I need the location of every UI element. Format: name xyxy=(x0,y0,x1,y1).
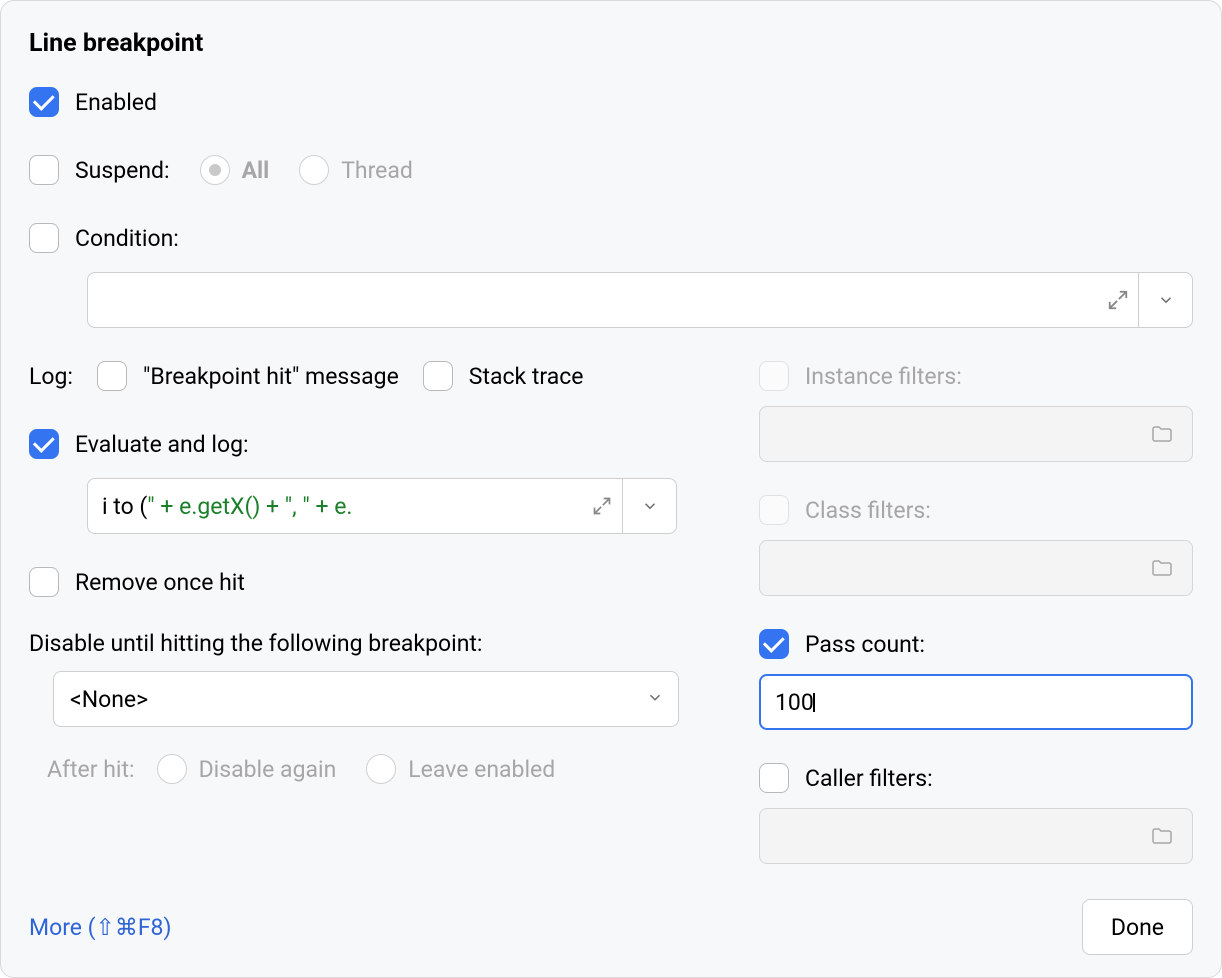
expand-icon[interactable] xyxy=(582,479,622,533)
expr-part: , xyxy=(292,493,302,520)
remove-once-hit-label: Remove once hit xyxy=(75,569,245,596)
log-stacktrace-checkbox[interactable] xyxy=(423,361,453,391)
instance-filters-checkbox xyxy=(759,361,789,391)
caller-filters-checkbox[interactable] xyxy=(759,763,789,793)
pass-count-label: Pass count: xyxy=(805,631,925,658)
instance-filters-input xyxy=(759,406,1193,462)
pass-count-checkbox[interactable] xyxy=(759,629,789,659)
done-label: Done xyxy=(1111,914,1164,941)
chevron-down-icon xyxy=(646,686,664,713)
expr-part: " + e. xyxy=(302,493,352,520)
enabled-checkbox[interactable] xyxy=(29,87,59,117)
caller-filters-label: Caller filters: xyxy=(805,765,933,792)
suspend-all-radio xyxy=(200,155,230,185)
pass-count-value: 100 xyxy=(775,689,814,716)
done-button[interactable]: Done xyxy=(1082,899,1193,955)
expr-part: " + e.getX() + " xyxy=(147,493,292,520)
folder-icon xyxy=(1140,556,1184,580)
log-breakpointhit-label: "Breakpoint hit" message xyxy=(143,363,399,390)
more-link[interactable]: More (⇧⌘F8) xyxy=(29,914,171,941)
expr-part: i to ( xyxy=(102,493,147,520)
suspend-checkbox[interactable] xyxy=(29,155,59,185)
condition-label: Condition: xyxy=(75,225,179,252)
expand-icon[interactable] xyxy=(1098,273,1138,327)
class-filters-label: Class filters: xyxy=(805,497,931,524)
condition-checkbox[interactable] xyxy=(29,223,59,253)
disable-again-radio xyxy=(157,754,187,784)
caller-filters-input xyxy=(759,808,1193,864)
enabled-label: Enabled xyxy=(75,89,157,116)
after-hit-label: After hit: xyxy=(47,756,135,783)
evaluate-history-dropdown[interactable] xyxy=(622,479,676,533)
suspend-thread-radio xyxy=(299,155,329,185)
disable-until-select[interactable]: <None> xyxy=(53,671,679,727)
class-filters-input xyxy=(759,540,1193,596)
disable-again-label: Disable again xyxy=(199,756,337,783)
pass-count-input[interactable]: 100 xyxy=(759,674,1193,730)
instance-filters-label: Instance filters: xyxy=(805,363,962,390)
log-stacktrace-label: Stack trace xyxy=(469,363,584,390)
folder-icon xyxy=(1140,422,1184,446)
breakpoint-dialog: Line breakpoint Enabled Suspend: All Thr… xyxy=(0,0,1222,978)
disable-until-value: <None> xyxy=(70,686,148,713)
condition-input[interactable] xyxy=(87,272,1193,328)
evaluate-expression-input[interactable]: i to (" + e.getX() + ", " + e. xyxy=(87,478,677,534)
suspend-thread-label: Thread xyxy=(341,157,413,184)
condition-history-dropdown[interactable] xyxy=(1138,273,1192,327)
class-filters-checkbox xyxy=(759,495,789,525)
dialog-title: Line breakpoint xyxy=(29,29,1193,58)
evaluate-checkbox[interactable] xyxy=(29,429,59,459)
remove-once-hit-checkbox[interactable] xyxy=(29,567,59,597)
log-label: Log: xyxy=(29,363,73,390)
folder-icon xyxy=(1140,824,1184,848)
leave-enabled-radio xyxy=(366,754,396,784)
disable-until-label: Disable until hitting the following brea… xyxy=(29,630,719,657)
evaluate-label: Evaluate and log: xyxy=(75,431,249,458)
suspend-all-label: All xyxy=(242,157,270,184)
leave-enabled-label: Leave enabled xyxy=(408,756,555,783)
log-breakpointhit-checkbox[interactable] xyxy=(97,361,127,391)
suspend-label: Suspend: xyxy=(75,157,170,184)
